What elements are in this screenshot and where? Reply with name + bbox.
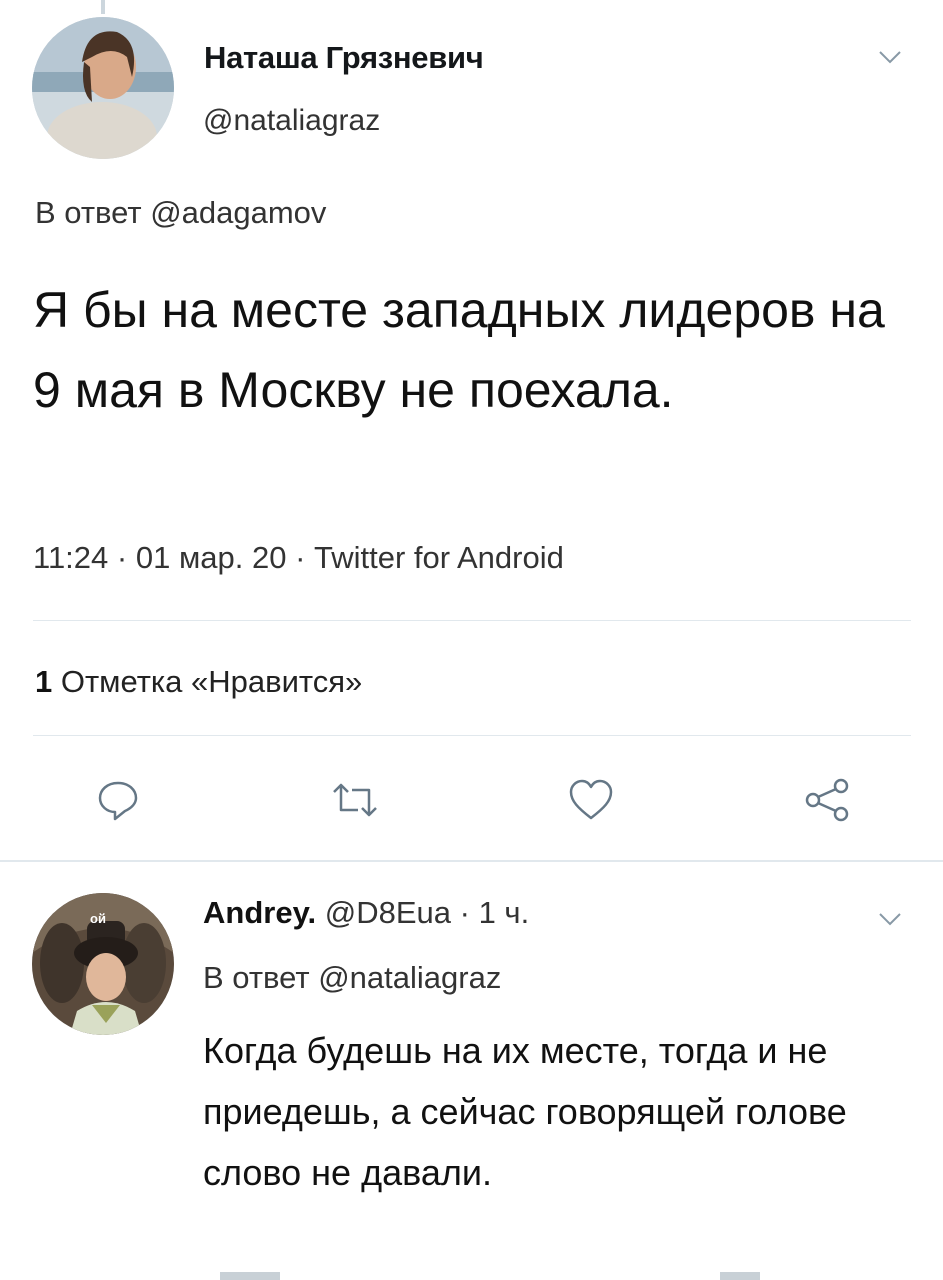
- reply-handle[interactable]: @D8Eua: [325, 895, 451, 930]
- tweet-separator: [0, 860, 943, 862]
- reply-header: Andrey. @D8Eua · 1 ч.: [203, 895, 530, 930]
- display-name[interactable]: Наташа Грязневич: [204, 40, 484, 76]
- reply-avatar[interactable]: ой: [32, 893, 174, 1035]
- tweet-source[interactable]: Twitter for Android: [314, 540, 564, 575]
- tweet-text: Я бы на месте западных лидеров на 9 мая …: [33, 282, 885, 418]
- tweet-time: 11:24: [33, 540, 109, 575]
- reply-to-label[interactable]: В ответ @nataliagraz: [203, 960, 501, 996]
- share-icon: [805, 778, 849, 822]
- heart-icon: [569, 779, 613, 820]
- chevron-down-icon[interactable]: [878, 912, 902, 926]
- reply-to-label[interactable]: В ответ @adagamov: [35, 195, 326, 231]
- reply-button[interactable]: [88, 770, 148, 830]
- avatar[interactable]: [32, 17, 174, 159]
- divider: [33, 620, 911, 621]
- likes-summary[interactable]: 1 Отметка «Нравится»: [35, 664, 362, 700]
- tweet-meta: 11:24 · 01 мар. 20 · Twitter for Android: [33, 540, 564, 575]
- likes-label: Отметка «Нравится»: [60, 664, 363, 699]
- user-handle[interactable]: @nataliagraz: [203, 104, 380, 138]
- reply-avatar-image: ой: [32, 893, 174, 1035]
- avatar-caption: ой: [90, 911, 106, 926]
- next-row-fragment: [220, 1272, 760, 1280]
- like-button[interactable]: [561, 770, 621, 830]
- divider: [33, 735, 911, 736]
- reply-display-name[interactable]: Andrey.: [203, 895, 316, 930]
- main-tweet: Наташа Грязневич @nataliagraz В ответ @a…: [0, 0, 943, 860]
- retweet-button[interactable]: [325, 770, 385, 830]
- likes-count: 1: [35, 664, 53, 699]
- reply-bubble-icon: [98, 781, 138, 821]
- avatar-photo: [32, 17, 174, 159]
- retweet-icon: [333, 783, 377, 817]
- tweet-date: 01 мар. 20: [135, 540, 287, 575]
- share-button[interactable]: [798, 770, 858, 830]
- chevron-down-icon[interactable]: [878, 50, 902, 64]
- reply-time: 1 ч.: [478, 895, 530, 930]
- reply-text: Когда будешь на их месте, тогда и не при…: [203, 1030, 847, 1193]
